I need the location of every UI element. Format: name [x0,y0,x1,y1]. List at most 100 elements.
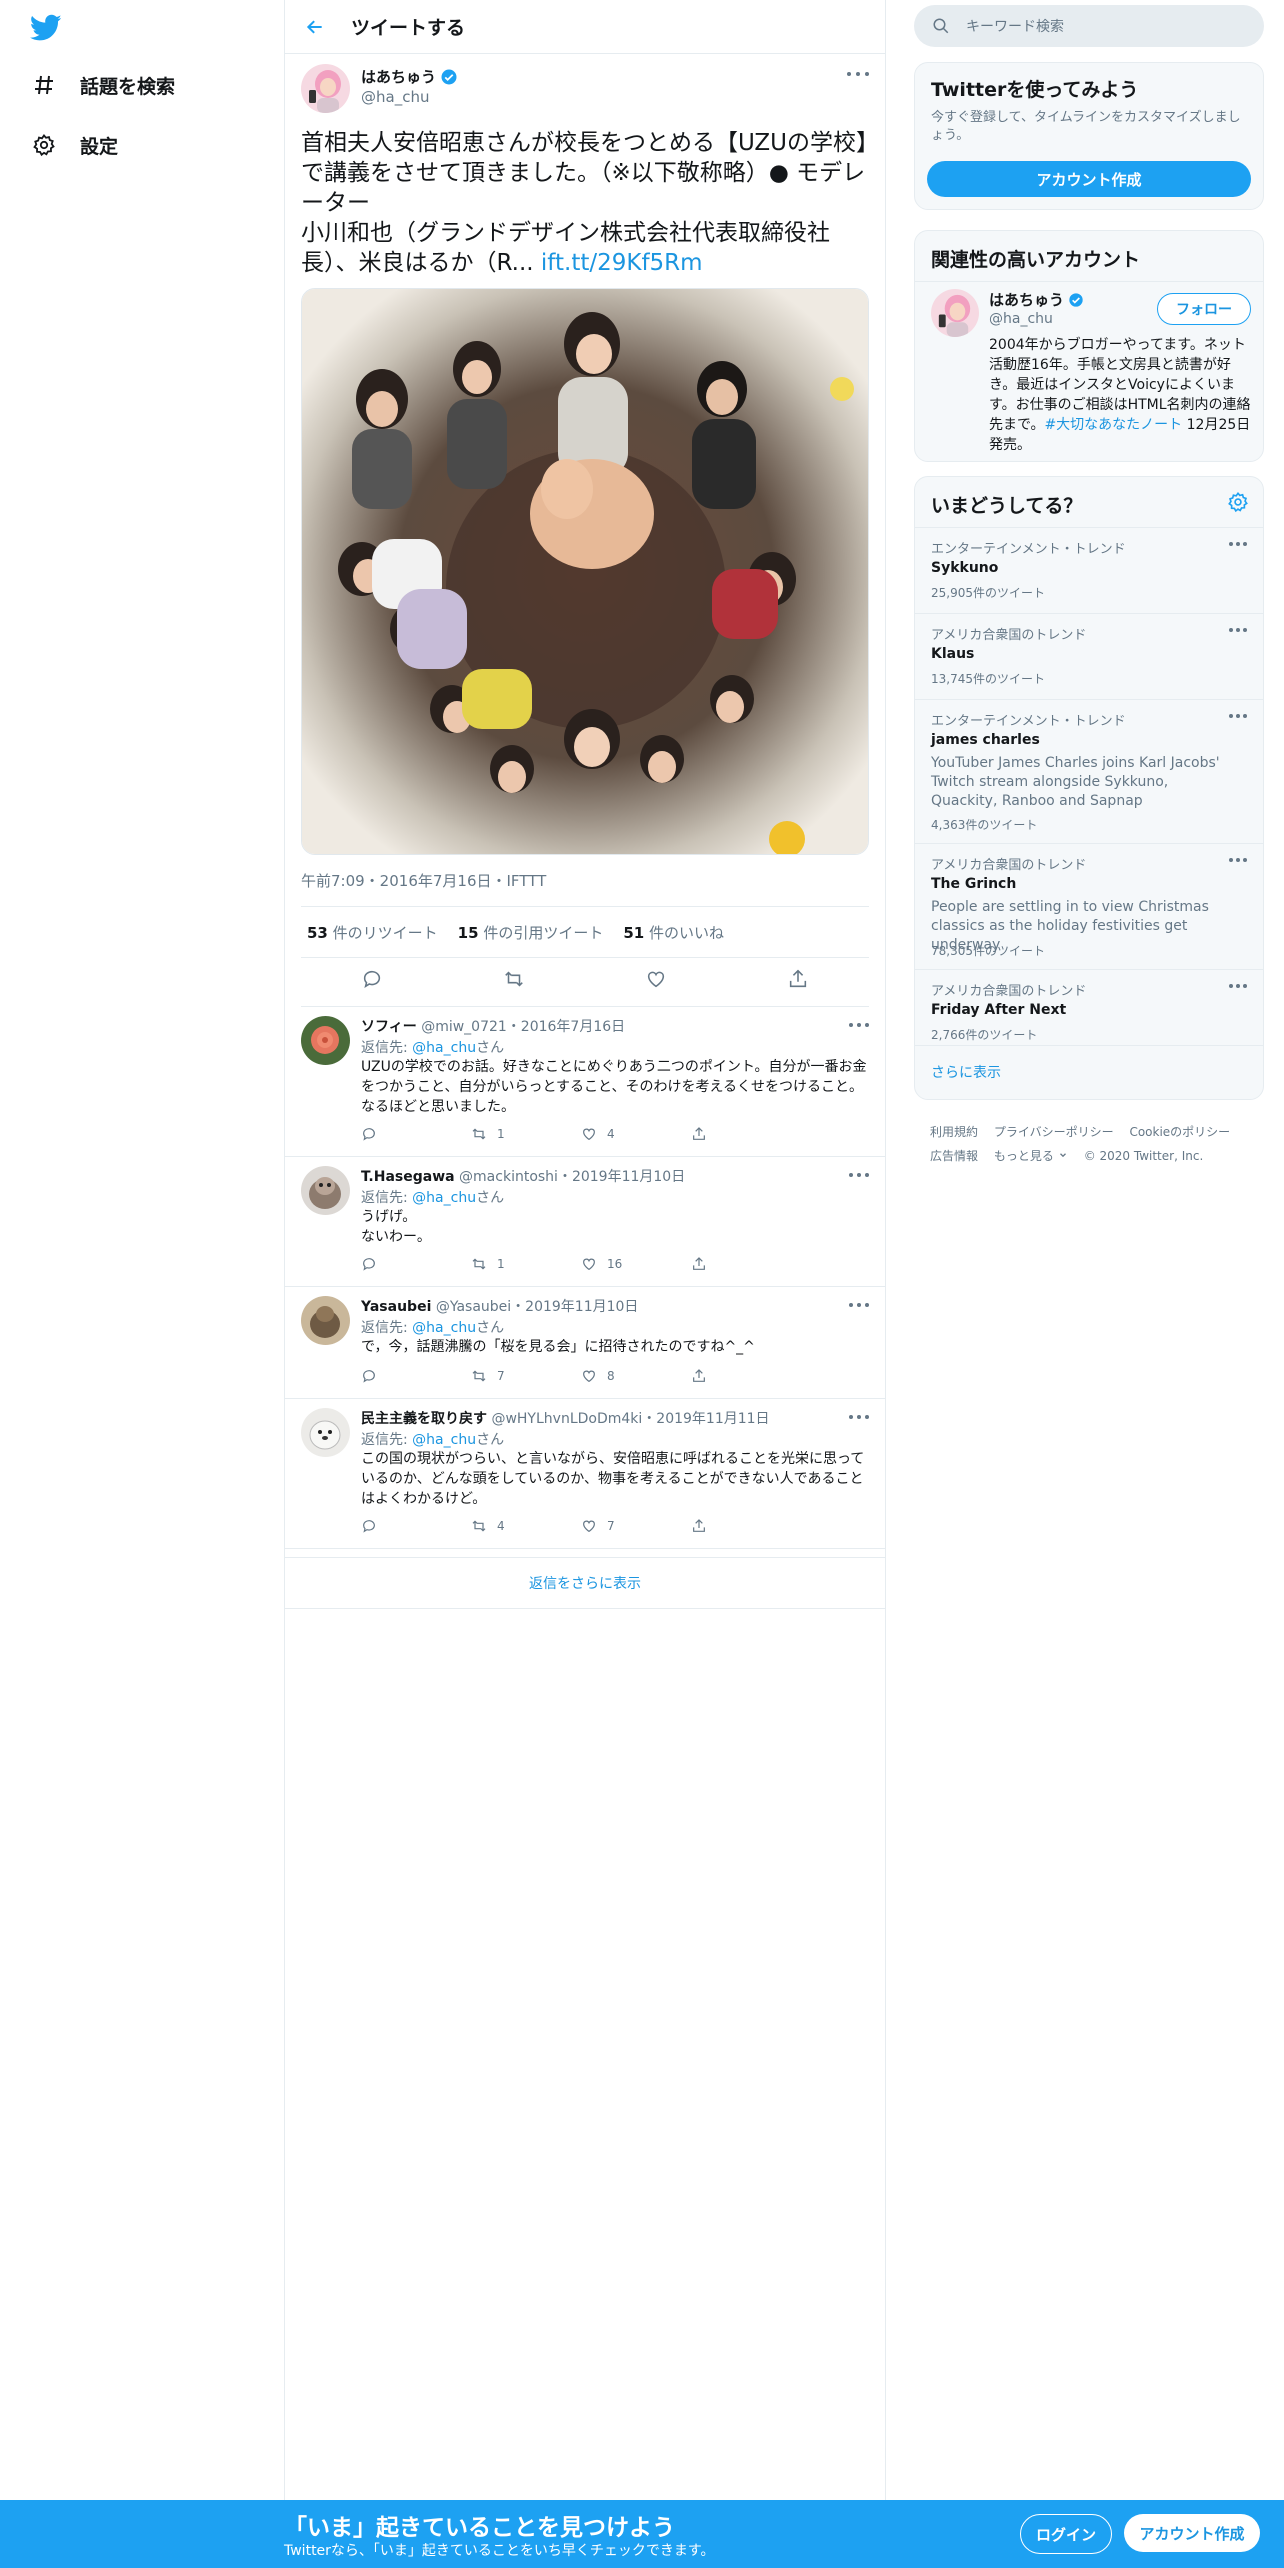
reply-reply-button[interactable] [361,1126,471,1142]
reply-header: 民主主義を取り戻す @wHYLhvnLDoDm4ki・2019年11月11日 [361,1408,770,1428]
settings-gear-icon[interactable] [1227,491,1249,517]
trend-name: The Grinch [931,876,1017,892]
retweet-icon[interactable] [503,968,525,994]
signup-button[interactable]: アカウント作成 [927,161,1251,197]
trend-item[interactable]: アメリカ合衆国のトレンド Friday After Next 2,766件のツイ… [915,969,1263,1046]
reply-item[interactable]: 民主主義を取り戻す @wHYLhvnLDoDm4ki・2019年11月11日 返… [285,1398,885,1549]
reply-name[interactable]: ソフィー [361,1019,417,1035]
reply-handle[interactable]: @miw_0721 [421,1019,507,1035]
reply-retweet-button[interactable]: 7 [471,1368,581,1384]
reply-more-icon[interactable] [849,1300,869,1310]
tweet-actions [301,956,869,1007]
reply-item[interactable]: T.Hasegawa @mackintoshi・2019年11月10日 返信先:… [285,1156,885,1287]
trend-item[interactable]: エンターテインメント・トレンド james charles YouTuber J… [915,699,1263,844]
reply-date[interactable]: ・2016年7月16日 [507,1019,625,1035]
reply-like-button[interactable]: 16 [581,1256,691,1272]
reply-avatar[interactable] [301,1408,350,1457]
login-button[interactable]: ログイン [1020,2514,1112,2554]
nav-explore[interactable]: 話題を検索 [30,65,175,105]
reply-retweet-button[interactable]: 1 [471,1126,581,1142]
reply-retweet-button[interactable]: 4 [471,1518,581,1534]
reply-reply-button[interactable] [361,1368,471,1384]
reply-avatar[interactable] [301,1016,350,1065]
reply-date[interactable]: ・2019年11月10日 [558,1169,685,1185]
quotes-stat[interactable]: 15 件の引用ツイート [458,922,604,943]
reply-handle[interactable]: @wHYLhvnLDoDm4ki [491,1411,642,1427]
chevron-down-icon [1059,1153,1066,1158]
reply-more-icon[interactable] [849,1412,869,1422]
reply-share-button[interactable] [691,1256,801,1272]
reply-icon[interactable] [361,968,383,994]
reply-header: T.Hasegawa @mackintoshi・2019年11月10日 [361,1166,685,1186]
reply-to-link[interactable]: @ha_chu [412,1432,476,1448]
back-arrow-icon[interactable] [297,9,333,45]
reply-like-button[interactable]: 7 [581,1518,691,1534]
footer-terms-link[interactable]: 利用規約 [930,1125,978,1139]
reply-avatar[interactable] [301,1166,350,1215]
search-bar[interactable]: キーワード検索 [914,5,1264,47]
related-bio-hashtag[interactable]: #大切なあなたノート [1044,417,1182,433]
reply-like-button[interactable]: 4 [581,1126,691,1142]
trend-item[interactable]: アメリカ合衆国のトレンド Klaus 13,745件のツイート [915,613,1263,700]
reply-handle[interactable]: @mackintoshi [459,1169,558,1185]
reply-retweet-count: 1 [497,1257,505,1271]
trend-more-icon[interactable] [1229,984,1247,992]
author-name[interactable]: はあちゅう [361,66,458,87]
more-options-icon[interactable] [847,68,869,80]
reply-share-button[interactable] [691,1126,801,1142]
footer-ads-link[interactable]: 広告情報 [930,1149,978,1163]
retweets-stat[interactable]: 53 件のリツイート [307,922,438,943]
reply-reply-button[interactable] [361,1518,471,1534]
twitter-logo-icon[interactable] [29,14,62,42]
reply-to-suffix: さん [476,1432,505,1448]
author-avatar[interactable] [301,64,350,113]
reply-date[interactable]: ・2019年11月11日 [642,1411,769,1427]
trend-item[interactable]: エンターテインメント・トレンド Sykkuno 25,905件のツイート [915,527,1263,614]
related-name[interactable]: はあちゅう [989,289,1084,310]
reply-to-link[interactable]: @ha_chu [412,1190,476,1206]
reply-more-icon[interactable] [849,1170,869,1180]
reply-retweet-count: 7 [497,1369,505,1383]
trend-more-icon[interactable] [1229,858,1247,866]
reply-date[interactable]: ・2019年11月10日 [511,1299,638,1315]
reply-like-button[interactable]: 8 [581,1368,691,1384]
reply-avatar[interactable] [301,1296,350,1345]
follow-button[interactable]: フォロー [1157,293,1251,325]
reply-name[interactable]: T.Hasegawa [361,1169,455,1185]
reply-to-link[interactable]: @ha_chu [412,1320,476,1336]
trends-show-more[interactable]: さらに表示 [915,1045,1263,1100]
reply-name[interactable]: 民主主義を取り戻す [361,1411,487,1427]
nav-settings[interactable]: 設定 [30,125,118,165]
tweet-link[interactable]: ift.tt/29Kf5Rm [541,250,703,276]
show-more-replies-button[interactable]: 返信をさらに表示 [285,1557,885,1609]
trend-item[interactable]: アメリカ合衆国のトレンド The Grinch People are settl… [915,843,1263,970]
reply-to-link[interactable]: @ha_chu [412,1040,476,1056]
reply-share-button[interactable] [691,1368,801,1384]
bottom-signup-button[interactable]: アカウント作成 [1124,2514,1260,2552]
reply-reply-button[interactable] [361,1256,471,1272]
like-icon[interactable] [645,968,667,994]
share-icon[interactable] [787,968,809,994]
bottom-bar-subtitle: Twitterなら、「いま」起きていることをいち早くチェックできます。 [284,2543,715,2559]
trend-more-icon[interactable] [1229,714,1247,722]
reply-share-button[interactable] [691,1518,801,1534]
tweet-timestamp[interactable]: 午前7:09・2016年7月16日・IFTTT [301,870,546,891]
reply-retweet-button[interactable]: 1 [471,1256,581,1272]
author-handle[interactable]: @ha_chu [361,88,429,106]
trend-description: YouTuber James Charles joins Karl Jacobs… [931,755,1220,809]
reply-item[interactable]: Yasaubei @Yasaubei・2019年11月10日 返信先: @ha_… [285,1286,885,1399]
tweet-photo[interactable] [301,288,869,855]
reply-item[interactable]: ソフィー @miw_0721・2016年7月16日 返信先: @ha_chuさん… [285,1006,885,1157]
reply-name[interactable]: Yasaubei [361,1299,431,1315]
related-avatar[interactable] [931,289,979,337]
trend-more-icon[interactable] [1229,542,1247,550]
footer-more-link[interactable]: もっと見る [994,1149,1068,1163]
trend-more-icon[interactable] [1229,628,1247,636]
reply-more-icon[interactable] [849,1020,869,1030]
footer-cookie-link[interactable]: Cookieのポリシー [1129,1125,1230,1139]
likes-stat[interactable]: 51 件のいいね [623,922,724,943]
reply-handle[interactable]: @Yasaubei [436,1299,511,1315]
related-handle[interactable]: @ha_chu [989,311,1053,327]
reply-to-suffix: さん [476,1190,505,1206]
footer-privacy-link[interactable]: プライバシーポリシー [994,1125,1114,1139]
